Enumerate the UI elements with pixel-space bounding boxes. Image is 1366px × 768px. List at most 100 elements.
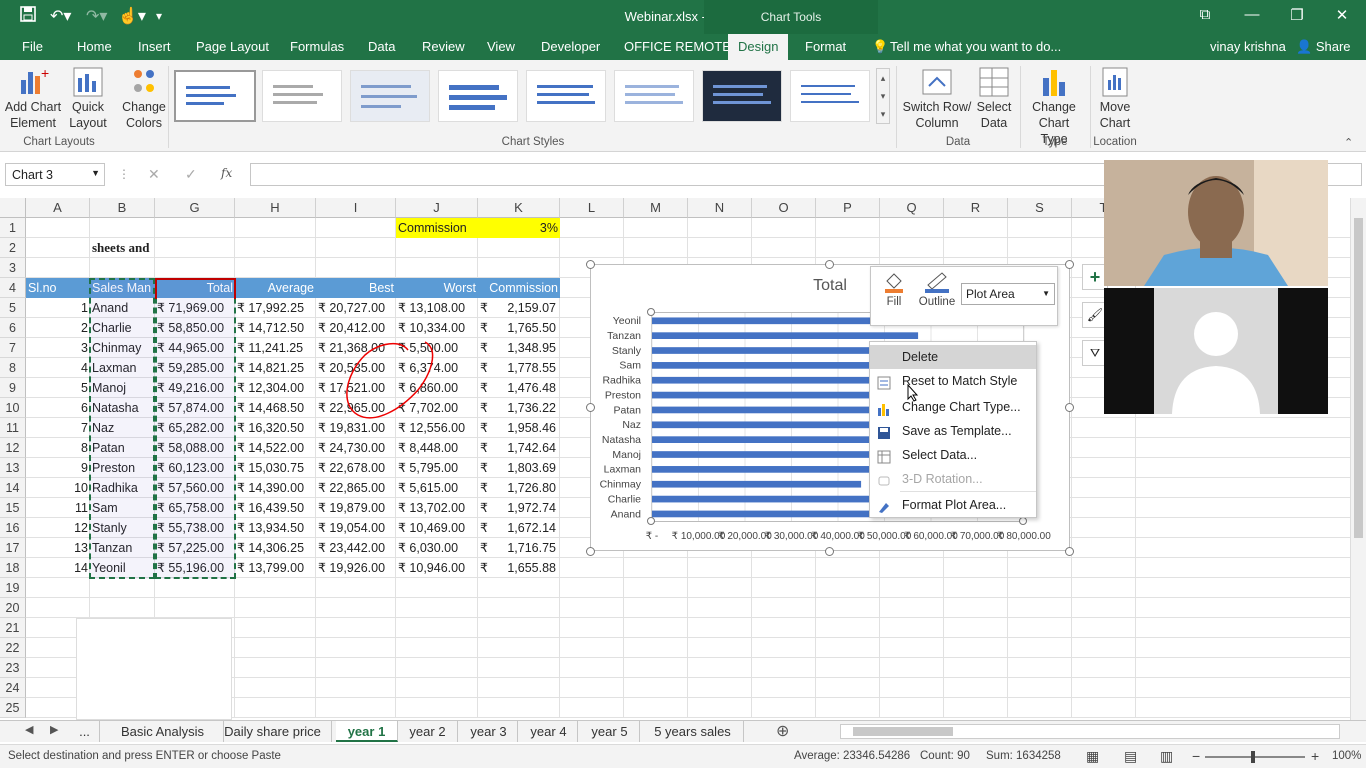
- tab-format[interactable]: Format: [803, 34, 848, 60]
- column-header-l[interactable]: L: [560, 198, 624, 218]
- name-box[interactable]: Chart 3 ▼: [5, 163, 105, 186]
- tab-insert[interactable]: Insert: [136, 34, 173, 60]
- row-header-17[interactable]: 17: [0, 538, 26, 558]
- menu-item-change-chart-type[interactable]: Change Chart Type...: [870, 395, 1036, 419]
- outline-button[interactable]: Outline: [915, 271, 959, 308]
- table-cell[interactable]: 1,765.50: [498, 318, 558, 338]
- commission-rate-cell[interactable]: 3%: [478, 218, 560, 238]
- row-header-4[interactable]: 4: [0, 278, 26, 298]
- sheet-tab[interactable]: Daily share price: [214, 721, 332, 742]
- table-cell[interactable]: 10: [26, 478, 90, 498]
- chart-style-8[interactable]: [790, 70, 870, 122]
- page-layout-view-icon[interactable]: ▤: [1124, 748, 1137, 765]
- table-cell[interactable]: 2: [26, 318, 90, 338]
- user-name[interactable]: vinay krishna: [1208, 34, 1288, 60]
- horizontal-scroll-thumb[interactable]: [853, 727, 953, 736]
- table-cell[interactable]: 14: [26, 558, 90, 578]
- table-cell[interactable]: ₹ 16,320.50: [235, 418, 316, 438]
- tab-developer[interactable]: Developer: [539, 34, 602, 60]
- table-cell[interactable]: ₹ 14,468.50: [235, 398, 316, 418]
- b2-cell[interactable]: sheets and: [90, 238, 160, 258]
- change-colors-button[interactable]: Change Colors: [118, 66, 170, 131]
- table-cell[interactable]: ₹ 13,702.00: [396, 498, 478, 518]
- table-cell[interactable]: ₹: [478, 518, 498, 538]
- zoom-level[interactable]: 100%: [1332, 750, 1361, 762]
- column-header-a[interactable]: A: [26, 198, 90, 218]
- column-header-s[interactable]: S: [1008, 198, 1072, 218]
- tab-data[interactable]: Data: [366, 34, 397, 60]
- table-cell[interactable]: 1,476.48: [498, 378, 558, 398]
- column-header-i[interactable]: I: [316, 198, 396, 218]
- row-header-9[interactable]: 9: [0, 378, 26, 398]
- move-chart-button[interactable]: Move Chart: [1092, 66, 1138, 131]
- table-cell[interactable]: ₹: [478, 538, 498, 558]
- table-cell[interactable]: ₹: [478, 438, 498, 458]
- sheet-tab[interactable]: year 5: [580, 721, 640, 742]
- row-header-18[interactable]: 18: [0, 558, 26, 578]
- table-cell[interactable]: ₹ 8,448.00: [396, 438, 478, 458]
- vertical-scrollbar[interactable]: [1350, 198, 1366, 720]
- sheet-tab[interactable]: year 1: [336, 721, 398, 742]
- row-header-15[interactable]: 15: [0, 498, 26, 518]
- row-header-23[interactable]: 23: [0, 658, 26, 678]
- chart-style-3[interactable]: [350, 70, 430, 122]
- table-cell[interactable]: ₹ 11,241.25: [235, 338, 316, 358]
- chart-style-5[interactable]: [526, 70, 606, 122]
- table-cell[interactable]: 9: [26, 458, 90, 478]
- table-cell[interactable]: ₹ 13,108.00: [396, 298, 478, 318]
- row-header-21[interactable]: 21: [0, 618, 26, 638]
- table-cell[interactable]: ₹ 16,439.50: [235, 498, 316, 518]
- row-header-16[interactable]: 16: [0, 518, 26, 538]
- table-cell[interactable]: 1: [26, 298, 90, 318]
- table-cell[interactable]: ₹: [478, 398, 498, 418]
- sheet-tab[interactable]: year 3: [460, 721, 518, 742]
- menu-item-delete[interactable]: Delete: [870, 345, 1036, 369]
- table-cell[interactable]: 6: [26, 398, 90, 418]
- table-cell[interactable]: ₹ 14,712.50: [235, 318, 316, 338]
- table-cell[interactable]: 11: [26, 498, 90, 518]
- table-cell[interactable]: ₹ 19,879.00: [316, 498, 396, 518]
- prev-sheet-icon[interactable]: ◀: [25, 723, 33, 736]
- chart-styles-scroll[interactable]: ▴ ▾ ▾: [876, 68, 890, 124]
- table-cell[interactable]: ₹ 5,795.00: [396, 458, 478, 478]
- table-cell[interactable]: 1,655.88: [498, 558, 558, 578]
- table-cell[interactable]: ₹ 19,054.00: [316, 518, 396, 538]
- table-cell[interactable]: ₹: [478, 418, 498, 438]
- row-header-19[interactable]: 19: [0, 578, 26, 598]
- table-cell[interactable]: 1,736.22: [498, 398, 558, 418]
- cancel-icon[interactable]: ✕: [148, 166, 160, 183]
- table-cell[interactable]: 1,958.46: [498, 418, 558, 438]
- chart-style-1[interactable]: [174, 70, 256, 122]
- column-header-o[interactable]: O: [752, 198, 816, 218]
- chart-bar-tanzan[interactable]: [652, 332, 919, 339]
- table-cell[interactable]: 1,778.55: [498, 358, 558, 378]
- close-icon[interactable]: ✕: [1330, 6, 1354, 24]
- table-header-cell[interactable]: Best: [316, 278, 396, 298]
- sheet-tab[interactable]: ...: [70, 721, 100, 742]
- tab-home[interactable]: Home: [75, 34, 114, 60]
- table-cell[interactable]: 2,159.07: [498, 298, 558, 318]
- table-header-cell[interactable]: Sl.no: [26, 278, 90, 298]
- sheet-tab[interactable]: year 4: [520, 721, 578, 742]
- page-break-view-icon[interactable]: ▥: [1160, 748, 1173, 765]
- menu-item-save-template[interactable]: Save as Template...: [870, 419, 1036, 443]
- insert-function-icon[interactable]: fx: [221, 166, 232, 180]
- table-cell[interactable]: ₹: [478, 318, 498, 338]
- table-cell[interactable]: ₹ 5,615.00: [396, 478, 478, 498]
- table-cell[interactable]: ₹ 22,678.00: [316, 458, 396, 478]
- table-cell[interactable]: ₹ 10,469.00: [396, 518, 478, 538]
- chart-style-4[interactable]: [438, 70, 518, 122]
- tab-review[interactable]: Review: [420, 34, 467, 60]
- row-header-22[interactable]: 22: [0, 638, 26, 658]
- row-header-1[interactable]: 1: [0, 218, 26, 238]
- table-cell[interactable]: ₹ 13,799.00: [235, 558, 316, 578]
- tab-page-layout[interactable]: Page Layout: [194, 34, 271, 60]
- tell-me-search[interactable]: Tell me what you want to do...: [888, 34, 1063, 60]
- table-cell[interactable]: ₹ 22,865.00: [316, 478, 396, 498]
- table-cell[interactable]: ₹: [478, 378, 498, 398]
- table-cell[interactable]: 7: [26, 418, 90, 438]
- table-cell[interactable]: ₹: [478, 478, 498, 498]
- menu-item-select-data[interactable]: Select Data...: [870, 443, 1036, 467]
- enter-icon[interactable]: ✓: [185, 166, 197, 183]
- table-cell[interactable]: ₹ 14,522.00: [235, 438, 316, 458]
